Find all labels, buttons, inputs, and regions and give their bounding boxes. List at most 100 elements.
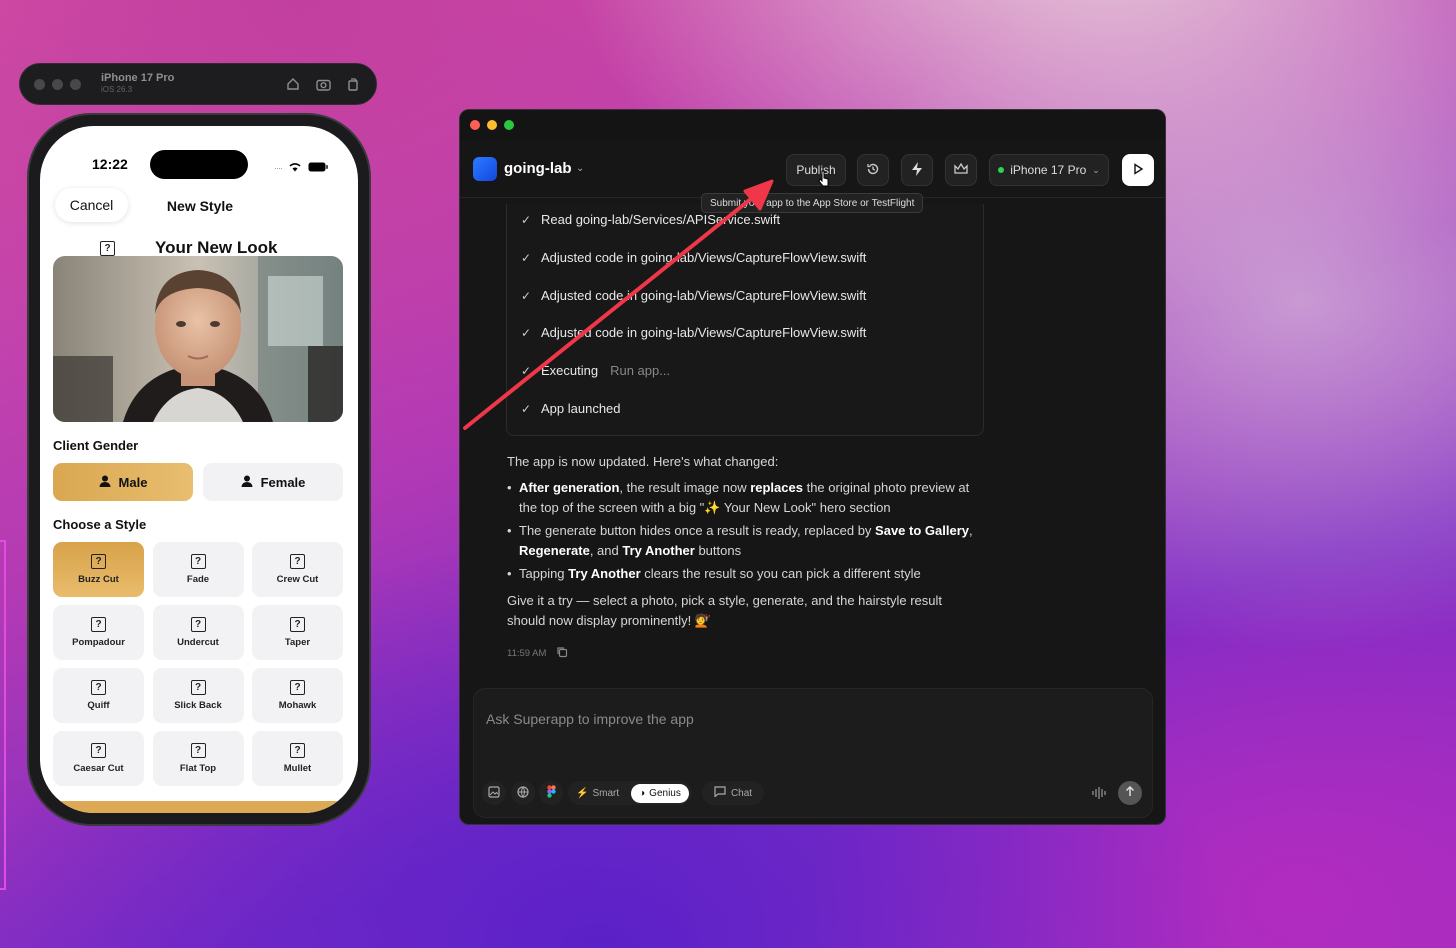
voice-icon[interactable] (1092, 786, 1106, 805)
message-timestamp: 11:59 AM (507, 648, 547, 659)
project-name[interactable]: going-lab (504, 160, 572, 177)
log-item-text: Adjusted code in going-lab/Views/Capture… (541, 250, 867, 265)
assistant-intro: The app is now updated. Here's what chan… (507, 454, 779, 469)
style-icon: ? (290, 743, 305, 758)
change-bullet: Tapping Try Another clears the result so… (507, 564, 979, 584)
style-icon: ? (190, 554, 206, 569)
status-dot-icon (998, 167, 1005, 173)
style-option-label: Caesar Cut (73, 763, 124, 774)
simulator-device-name: iPhone 17 Pro (101, 72, 175, 84)
style-option[interactable]: ? Undercut (152, 605, 244, 660)
check-icon: ✓ (521, 401, 532, 416)
result-photo (53, 256, 343, 422)
publish-tooltip: Submit your app to the App Store or Test… (701, 193, 924, 213)
style-option[interactable]: ? Mullet (252, 731, 343, 786)
style-icon: ? (290, 617, 305, 632)
log-item: ✓ Adjusted code in going-lab/Views/Captur… (521, 288, 866, 303)
sparkle-icon: ? (100, 240, 115, 256)
style-icon: ? (190, 680, 206, 695)
crown-icon (954, 162, 968, 178)
copy-icon[interactable] (556, 646, 568, 661)
home-icon[interactable] (284, 75, 302, 93)
style-option[interactable]: ? Fade (152, 542, 244, 597)
lightning-button[interactable] (901, 154, 933, 186)
figma-button[interactable] (539, 781, 563, 805)
assistant-closing: Give it a try — select a photo, pick a s… (507, 593, 942, 628)
publish-button[interactable]: Publish (786, 154, 846, 186)
screenshot-icon[interactable] (314, 75, 332, 93)
battery-icon (308, 159, 328, 177)
run-button[interactable] (1122, 154, 1154, 186)
history-icon (866, 162, 880, 179)
chat-bubble-icon (714, 786, 726, 800)
nav-title: New Style (166, 198, 234, 214)
prompt-composer[interactable]: Ask Superapp to improve the app ⚡ Smart … (473, 688, 1153, 818)
style-icon: ? (290, 554, 305, 569)
style-icon: ? (91, 617, 106, 632)
crown-button[interactable] (945, 154, 977, 186)
style-option-label: Pompadour (72, 637, 125, 648)
mouse-cursor-icon (818, 170, 829, 187)
chevron-down-icon[interactable]: ⌄ (576, 163, 584, 174)
check-icon: ✓ (521, 250, 532, 265)
style-option-label: Mullet (283, 763, 312, 774)
device-selector[interactable]: iPhone 17 Pro ⌄ (989, 154, 1109, 186)
generate-button-edge[interactable] (53, 801, 343, 813)
style-icon: ? (91, 680, 106, 695)
style-option-label: Fade (186, 574, 210, 585)
style-label: Choose a Style (53, 517, 147, 532)
cancel-button[interactable]: Cancel (55, 188, 128, 222)
style-option[interactable]: ? Slick Back (152, 668, 244, 723)
change-bullet: The generate button hides once a result … (507, 521, 979, 561)
arrow-up-icon (1125, 784, 1135, 802)
phone-screen: 12:22 ···· Cancel New Style ? Your New L… (40, 126, 358, 813)
gender-female-button[interactable]: Female (203, 463, 343, 501)
device-selector-label: iPhone 17 Pro (1010, 163, 1087, 177)
style-option[interactable]: ? Mohawk (252, 668, 343, 723)
image-upload-button[interactable] (482, 781, 506, 805)
style-option[interactable]: ? Crew Cut (252, 542, 343, 597)
superapp-window: going-lab ⌄ Publish iPhone 17 Pro ⌄ ✓ Rea… (459, 109, 1166, 825)
simulator-os-version: iOS 26.3 (101, 85, 133, 94)
log-item-text: Adjusted code in going-lab/Views/Capture… (541, 325, 867, 340)
send-button[interactable] (1118, 781, 1142, 805)
lightning-icon: ⚡ (576, 787, 589, 799)
person-icon (99, 475, 111, 490)
mode-genius-button[interactable]: ◑ Genius (631, 783, 689, 803)
gender-male-label: Male (118, 474, 148, 490)
status-bar: 12:22 ···· (40, 150, 358, 179)
style-option[interactable]: ? Taper (252, 605, 343, 660)
web-button[interactable] (511, 781, 535, 805)
app-toolbar: going-lab ⌄ Publish iPhone 17 Pro ⌄ (460, 140, 1165, 198)
check-icon: ✓ (521, 288, 532, 303)
window-controls[interactable] (34, 78, 81, 90)
style-option[interactable]: ? Quiff (53, 668, 144, 723)
prompt-input[interactable]: Ask Superapp to improve the app (486, 711, 694, 727)
log-item-text: Read going-lab/Services/APIService.swift (541, 212, 781, 227)
rotate-icon[interactable] (344, 75, 362, 93)
style-option[interactable]: ? Caesar Cut (53, 731, 144, 786)
style-option[interactable]: ? Buzz Cut (53, 542, 144, 597)
gender-male-button[interactable]: Male (53, 463, 193, 501)
style-option[interactable]: ? Pompadour (53, 605, 144, 660)
lightning-icon (911, 161, 923, 179)
wifi-icon (288, 159, 302, 177)
mode-smart-button[interactable]: Smart (592, 788, 619, 799)
check-icon: ✓ (521, 325, 532, 340)
zoom-window-button[interactable] (504, 120, 514, 130)
simulator-toolbar: iPhone 17 Pro iOS 26.3 (19, 63, 377, 105)
chat-mode-button[interactable]: Chat (702, 781, 764, 805)
style-icon: ? (91, 743, 106, 758)
close-window-button[interactable] (470, 120, 480, 130)
iphone-simulator: 12:22 ···· Cancel New Style ? Your New L… (27, 113, 371, 826)
mode-genius-label: Genius (649, 787, 681, 799)
check-icon: ✓ (521, 212, 532, 227)
log-item-text: Executing (541, 363, 599, 378)
style-icon: ? (290, 680, 305, 695)
history-button[interactable] (857, 154, 889, 186)
style-option[interactable]: ? Flat Top (152, 731, 244, 786)
dynamic-island (150, 150, 248, 179)
image-icon (488, 785, 500, 801)
minimize-window-button[interactable] (487, 120, 497, 130)
style-option-label: Buzz Cut (78, 574, 119, 585)
